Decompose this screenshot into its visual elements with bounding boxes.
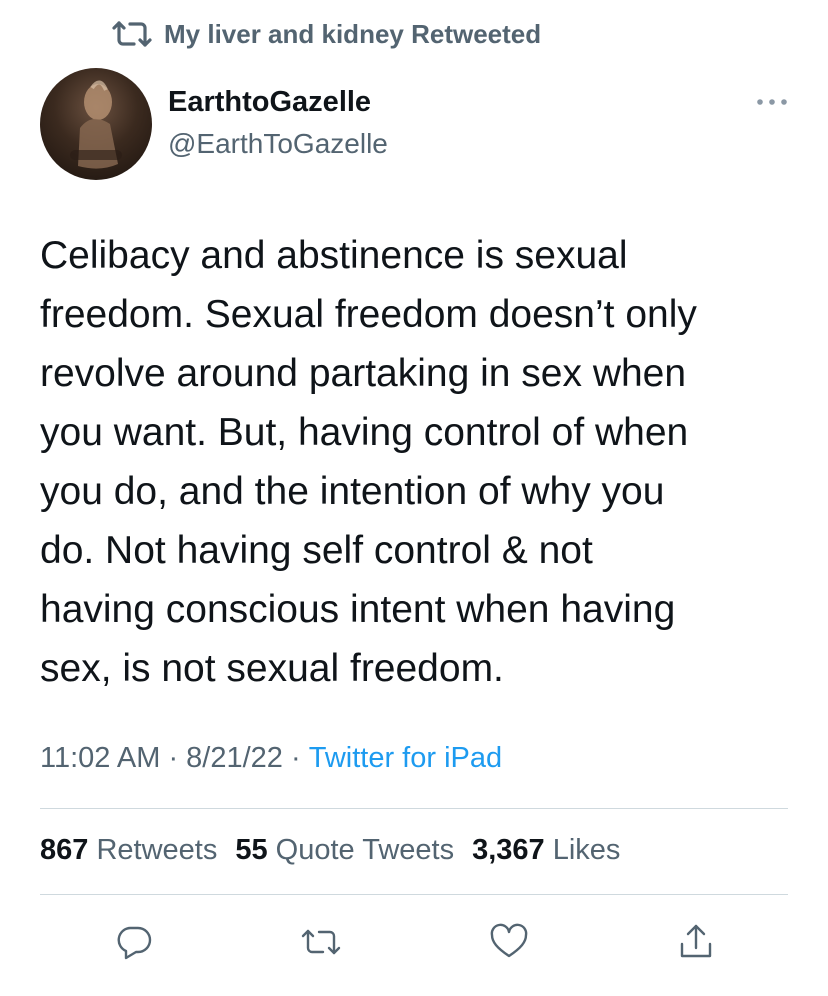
divider xyxy=(40,894,788,895)
likes-stat[interactable]: 3,367 Likes xyxy=(472,834,620,867)
more-button[interactable] xyxy=(752,92,792,112)
reply-icon xyxy=(117,926,152,960)
share-button[interactable] xyxy=(672,918,720,966)
likes-label: Likes xyxy=(552,834,621,866)
tweet-source[interactable]: Twitter for iPad xyxy=(309,742,502,775)
retweet-context[interactable]: My liver and kidney Retweeted xyxy=(110,14,541,54)
tweet-metadata: 11:02 AM · 8/21/22 · Twitter for iPad xyxy=(40,742,502,775)
author-display-name[interactable]: EarthtoGazelle xyxy=(168,86,371,119)
retweet-context-text: My liver and kidney Retweeted xyxy=(164,18,542,49)
tweet-actions xyxy=(110,918,720,966)
avatar[interactable] xyxy=(40,68,152,180)
heart-icon xyxy=(490,923,527,958)
avatar-image xyxy=(70,80,122,169)
retweets-label: Retweets xyxy=(96,834,218,866)
author-handle[interactable]: @EarthToGazelle xyxy=(168,128,388,160)
quotes-stat[interactable]: 55 Quote Tweets xyxy=(235,834,454,867)
tweet-time[interactable]: 11:02 AM xyxy=(40,742,160,775)
retweets-count: 867 xyxy=(40,834,89,866)
tweet-date[interactable]: 8/21/22 xyxy=(186,742,283,775)
share-icon xyxy=(680,924,712,958)
tweet-text: Celibacy and abstinence is sexual freedo… xyxy=(40,234,697,690)
quotes-count: 55 xyxy=(235,834,268,866)
retweets-stat[interactable]: 867 Retweets xyxy=(40,834,217,867)
meta-separator: · xyxy=(160,742,187,774)
meta-separator: · xyxy=(282,742,309,774)
reply-button[interactable] xyxy=(110,918,158,966)
like-button[interactable] xyxy=(485,918,533,966)
divider xyxy=(40,808,788,809)
retweet-icon xyxy=(112,21,152,47)
quotes-label: Quote Tweets xyxy=(275,834,455,866)
retweet-icon xyxy=(302,929,341,955)
more-icon xyxy=(757,99,787,105)
likes-count: 3,367 xyxy=(472,834,545,866)
retweet-button[interactable] xyxy=(297,918,345,966)
tweet-stats: 867 Retweets 55 Quote Tweets 3,367 Likes xyxy=(40,834,620,867)
